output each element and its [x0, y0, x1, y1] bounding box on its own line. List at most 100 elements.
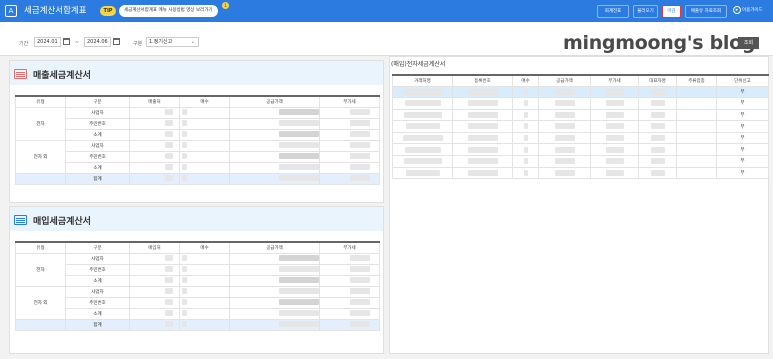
unit-report-cell[interactable]: 부: [716, 143, 769, 157]
table-row[interactable]: 부: [392, 120, 769, 133]
column-header: 대표자명: [638, 74, 677, 87]
sales-data-button[interactable]: 매출유 자료조회: [685, 5, 727, 18]
column-header: 매수: [512, 74, 539, 87]
table-row: 전자 외 사업자: [15, 139, 380, 174]
table-row: 소계: [16, 128, 380, 141]
column-header: 주류업종: [676, 74, 717, 87]
detail-table: 거래처명 등록번호 매수 공급가액 부가세 대표자명 주류업종 단위신고 부 부…: [392, 74, 769, 180]
table-row: 소계: [16, 307, 380, 320]
invoice-icon: [14, 69, 27, 79]
column-header: 공급가액: [538, 74, 591, 87]
sales-section-title: 매출세금계산서: [33, 71, 91, 81]
column-header: 매수: [179, 241, 230, 254]
row-group: 전자 외: [15, 139, 66, 174]
load-button[interactable]: 불러오기: [633, 5, 658, 18]
play-icon: ▸: [733, 5, 741, 14]
row-label: 주민번호: [65, 263, 130, 276]
calendar-icon[interactable]: [113, 38, 120, 45]
unit-report-cell[interactable]: 부: [716, 97, 769, 110]
row-label: 주민번호: [65, 296, 130, 309]
table-row: 소계: [16, 274, 380, 287]
column-header: 공급가액: [229, 241, 320, 254]
date-separator: ~: [75, 40, 80, 46]
tip-video-link[interactable]: 세금계산서합계표 메뉴 사용방법 영상 보러가기: [119, 5, 218, 17]
table-row: 주민번호: [16, 296, 380, 309]
report-type-value: 1.정기신고: [149, 39, 173, 45]
unit-report-cell[interactable]: 부: [716, 166, 769, 180]
row-group: 전자: [15, 106, 66, 141]
calendar-icon[interactable]: [63, 38, 70, 45]
table-row[interactable]: 부: [392, 143, 769, 157]
unit-report-cell[interactable]: 부: [716, 155, 769, 168]
invoice-icon: [14, 215, 27, 225]
table-row: 주민번호: [16, 150, 380, 163]
table-row: 전자 외 사업자: [15, 285, 380, 320]
close-button[interactable]: 마감: [662, 5, 681, 18]
column-header: 매입처: [129, 241, 180, 254]
total-row: 합계: [15, 318, 380, 331]
notification-badge: 1: [222, 2, 229, 9]
detail-table-title: (매입)전자세금계산서: [391, 61, 446, 68]
app-logo-icon: A: [5, 5, 17, 17]
table-row[interactable]: 부: [392, 97, 769, 110]
blog-watermark: mingmoong's blog: [563, 32, 756, 54]
table-row: 주민번호: [16, 263, 380, 276]
page-title: 세금계산서합계표: [24, 6, 87, 16]
row-label: 소계: [65, 161, 130, 174]
row-label: 주민번호: [65, 117, 130, 130]
report-type-select[interactable]: 1.정기신고 ⌄: [146, 37, 199, 47]
unit-report-cell[interactable]: 부: [716, 131, 769, 145]
table-row[interactable]: 부: [392, 131, 769, 145]
unit-report-cell[interactable]: 부: [716, 120, 769, 133]
column-header: 유형: [15, 241, 66, 254]
row-label: 사업자: [65, 285, 130, 298]
column-header: 거래처명: [392, 74, 453, 87]
column-header: 부가세: [319, 95, 380, 108]
purchase-summary-table: 유형 구분 매입처 매수 공급가액 부가세 전자 사업자 주민번호 소계 전자 …: [15, 241, 380, 331]
chevron-down-icon: ⌄: [190, 39, 195, 45]
table-row[interactable]: 부: [392, 166, 769, 180]
search-button[interactable]: 조회: [738, 37, 759, 49]
column-header: 구분: [65, 95, 130, 108]
row-label: 사업자: [65, 139, 130, 152]
table-row[interactable]: 부: [392, 85, 769, 99]
table-row: 주민번호: [16, 117, 380, 130]
table-row: 소계: [16, 161, 380, 174]
sales-summary-table: 유형 구분 매출처 매수 공급가액 부가세 전자 사업자 주민번호 소계 전자 …: [15, 95, 380, 185]
row-label: 소계: [65, 274, 130, 287]
date-to-input[interactable]: 2024.06: [84, 37, 111, 47]
column-header: 부가세: [319, 241, 380, 254]
row-label: 소계: [65, 128, 130, 141]
row-group: 전자 외: [15, 285, 66, 320]
column-header: 단위신고: [716, 74, 769, 87]
row-label: 사업자: [65, 252, 130, 265]
period-label: 기간: [19, 41, 29, 47]
column-header: 구분: [65, 241, 130, 254]
total-label: 합계: [65, 318, 130, 331]
table-row: 전자 사업자: [15, 252, 380, 287]
column-header: 매수: [179, 95, 230, 108]
table-row: 전자 사업자: [15, 106, 380, 141]
unit-report-cell[interactable]: 부: [716, 108, 769, 122]
total-label: 합계: [65, 172, 130, 185]
column-header: 등록번호: [452, 74, 513, 87]
purchase-section-title: 매입세금계산서: [33, 217, 91, 227]
table-row[interactable]: 부: [392, 108, 769, 122]
column-header: 유형: [15, 95, 66, 108]
table-row[interactable]: 부: [392, 155, 769, 168]
row-label: 주민번호: [65, 150, 130, 163]
guide-link[interactable]: ▸ 이용가이드: [733, 5, 763, 17]
type-label: 구분: [133, 41, 143, 47]
row-label: 소계: [65, 307, 130, 320]
date-from-input[interactable]: 2024.01: [34, 37, 61, 47]
row-label: 사업자: [65, 106, 130, 119]
top-bar: A 세금계산서합계표 TIP 세금계산서합계표 메뉴 사용방법 영상 보러가기 …: [0, 0, 773, 22]
column-header: 매출처: [129, 95, 180, 108]
total-row: 합계: [15, 172, 380, 185]
unit-report-cell[interactable]: 부: [716, 85, 769, 99]
row-group: 전자: [15, 252, 66, 287]
column-header: 부가세: [590, 74, 639, 87]
tip-badge: TIP: [100, 6, 116, 16]
voucher-button[interactable]: 회계전표: [597, 5, 629, 18]
column-header: 공급가액: [229, 95, 320, 108]
